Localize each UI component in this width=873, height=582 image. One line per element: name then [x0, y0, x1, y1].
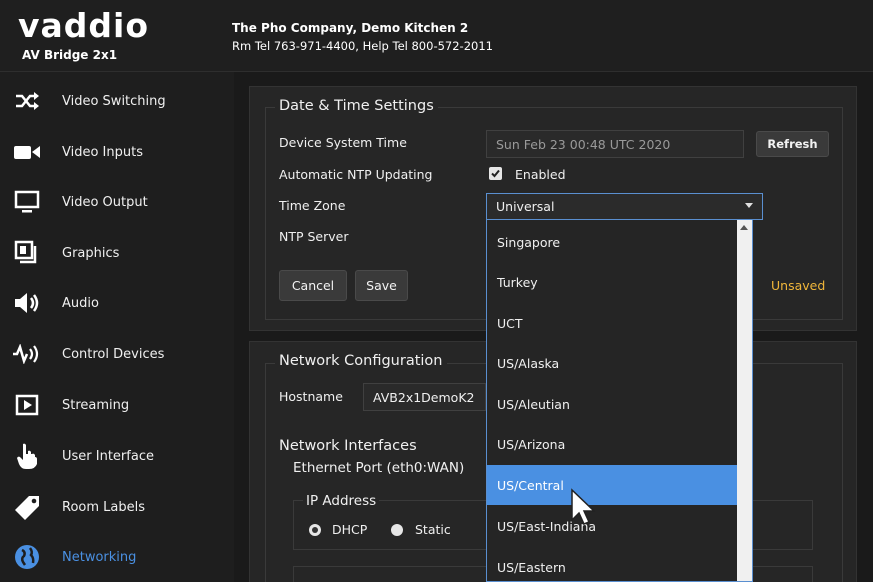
- timezone-option[interactable]: Turkey: [487, 262, 737, 302]
- datetime-title: Date & Time Settings: [275, 98, 438, 114]
- control-devices-icon: [12, 339, 42, 369]
- timezone-select[interactable]: Universal: [486, 193, 763, 220]
- sidebar-item-label: Graphics: [62, 245, 120, 261]
- tag-icon: [12, 492, 42, 522]
- company-name: The Pho Company, Demo Kitchen 2: [232, 21, 469, 35]
- hand-pointer-icon: [12, 441, 42, 471]
- ip-address-label: IP Address: [303, 493, 380, 509]
- speaker-icon: [12, 288, 42, 318]
- timezone-option[interactable]: UCT: [487, 303, 737, 343]
- ntp-enabled-checkbox[interactable]: [489, 167, 502, 180]
- video-switching-icon: [12, 86, 42, 116]
- sidebar-item-streaming[interactable]: Streaming: [0, 380, 234, 430]
- sidebar-item-label: Streaming: [62, 397, 130, 413]
- sidebar-item-video-output[interactable]: Video Output: [0, 177, 234, 227]
- cancel-button[interactable]: Cancel: [279, 270, 347, 301]
- sidebar-item-networking[interactable]: Networking: [0, 532, 234, 582]
- vaddio-logo: vaddio: [18, 6, 150, 45]
- timezone-option[interactable]: US/Aleutian: [487, 384, 737, 424]
- static-label: Static: [415, 522, 451, 537]
- timezone-option[interactable]: US/Eastern: [487, 547, 737, 581]
- sidebar-item-control-devices[interactable]: Control Devices: [0, 329, 234, 379]
- ntp-server-label: NTP Server: [279, 229, 349, 244]
- sidebar-item-user-interface[interactable]: User Interface: [0, 431, 234, 481]
- system-time-label: Device System Time: [279, 135, 407, 150]
- header: vaddio AV Bridge 2x1 The Pho Company, De…: [0, 0, 873, 72]
- sidebar-item-label: Control Devices: [62, 346, 165, 362]
- sidebar-item-audio[interactable]: Audio: [0, 278, 234, 328]
- ntp-label: Automatic NTP Updating: [279, 167, 433, 182]
- unsaved-status: Unsaved: [771, 278, 826, 293]
- dropdown-scrollbar[interactable]: [737, 220, 752, 581]
- timezone-selected-value: Universal: [496, 199, 555, 214]
- sidebar-item-video-switching[interactable]: Video Switching: [0, 76, 234, 126]
- network-title: Network Configuration: [275, 353, 447, 369]
- sidebar-item-label: Video Output: [62, 194, 148, 210]
- dhcp-radio[interactable]: [309, 524, 321, 536]
- video-camera-icon: [12, 137, 42, 167]
- sidebar: Video Switching Video Inputs Video Outpu…: [0, 72, 234, 582]
- timezone-option[interactable]: Singapore: [487, 222, 737, 262]
- hostname-input[interactable]: AVB2x1DemoK2: [363, 383, 486, 411]
- mouse-cursor-icon: [571, 488, 596, 525]
- play-icon: [12, 390, 42, 420]
- ethernet-port-label: Ethernet Port (eth0:WAN): [293, 460, 465, 476]
- sidebar-item-label: User Interface: [62, 448, 154, 464]
- sidebar-item-label: Networking: [62, 549, 137, 565]
- sidebar-item-video-inputs[interactable]: Video Inputs: [0, 127, 234, 177]
- monitor-icon: [12, 187, 42, 217]
- timezone-option[interactable]: US/East-Indiana: [487, 506, 737, 546]
- sidebar-item-room-labels[interactable]: Room Labels: [0, 482, 234, 532]
- scroll-up-arrow-icon[interactable]: [740, 225, 748, 230]
- timezone-option[interactable]: US/Alaska: [487, 343, 737, 383]
- globe-icon: [12, 542, 42, 572]
- sidebar-item-graphics[interactable]: Graphics: [0, 228, 234, 278]
- dhcp-label: DHCP: [332, 522, 368, 537]
- save-button[interactable]: Save: [355, 270, 408, 301]
- refresh-button[interactable]: Refresh: [756, 131, 829, 157]
- timezone-label: Time Zone: [279, 198, 346, 213]
- sidebar-item-label: Video Switching: [62, 93, 166, 109]
- product-name: AV Bridge 2x1: [22, 48, 118, 62]
- network-interfaces-label: Network Interfaces: [279, 438, 417, 454]
- sidebar-item-label: Video Inputs: [62, 144, 143, 160]
- contact-info: Rm Tel 763-971-4400, Help Tel 800-572-20…: [232, 39, 493, 53]
- ntp-enabled-label: Enabled: [515, 167, 566, 182]
- check-icon: [491, 169, 500, 178]
- sidebar-item-label: Audio: [62, 295, 99, 311]
- timezone-dropdown-list[interactable]: Singapore Turkey UCT US/Alaska US/Aleuti…: [486, 219, 753, 582]
- graphics-icon: [12, 238, 42, 268]
- system-time-field: Sun Feb 23 00:48 UTC 2020: [486, 130, 744, 158]
- hostname-label: Hostname: [279, 389, 343, 404]
- chevron-down-icon: [745, 203, 753, 208]
- static-radio[interactable]: [391, 524, 403, 536]
- timezone-option-highlighted[interactable]: US/Central: [487, 465, 737, 505]
- timezone-option[interactable]: US/Arizona: [487, 424, 737, 464]
- sidebar-item-label: Room Labels: [62, 499, 145, 515]
